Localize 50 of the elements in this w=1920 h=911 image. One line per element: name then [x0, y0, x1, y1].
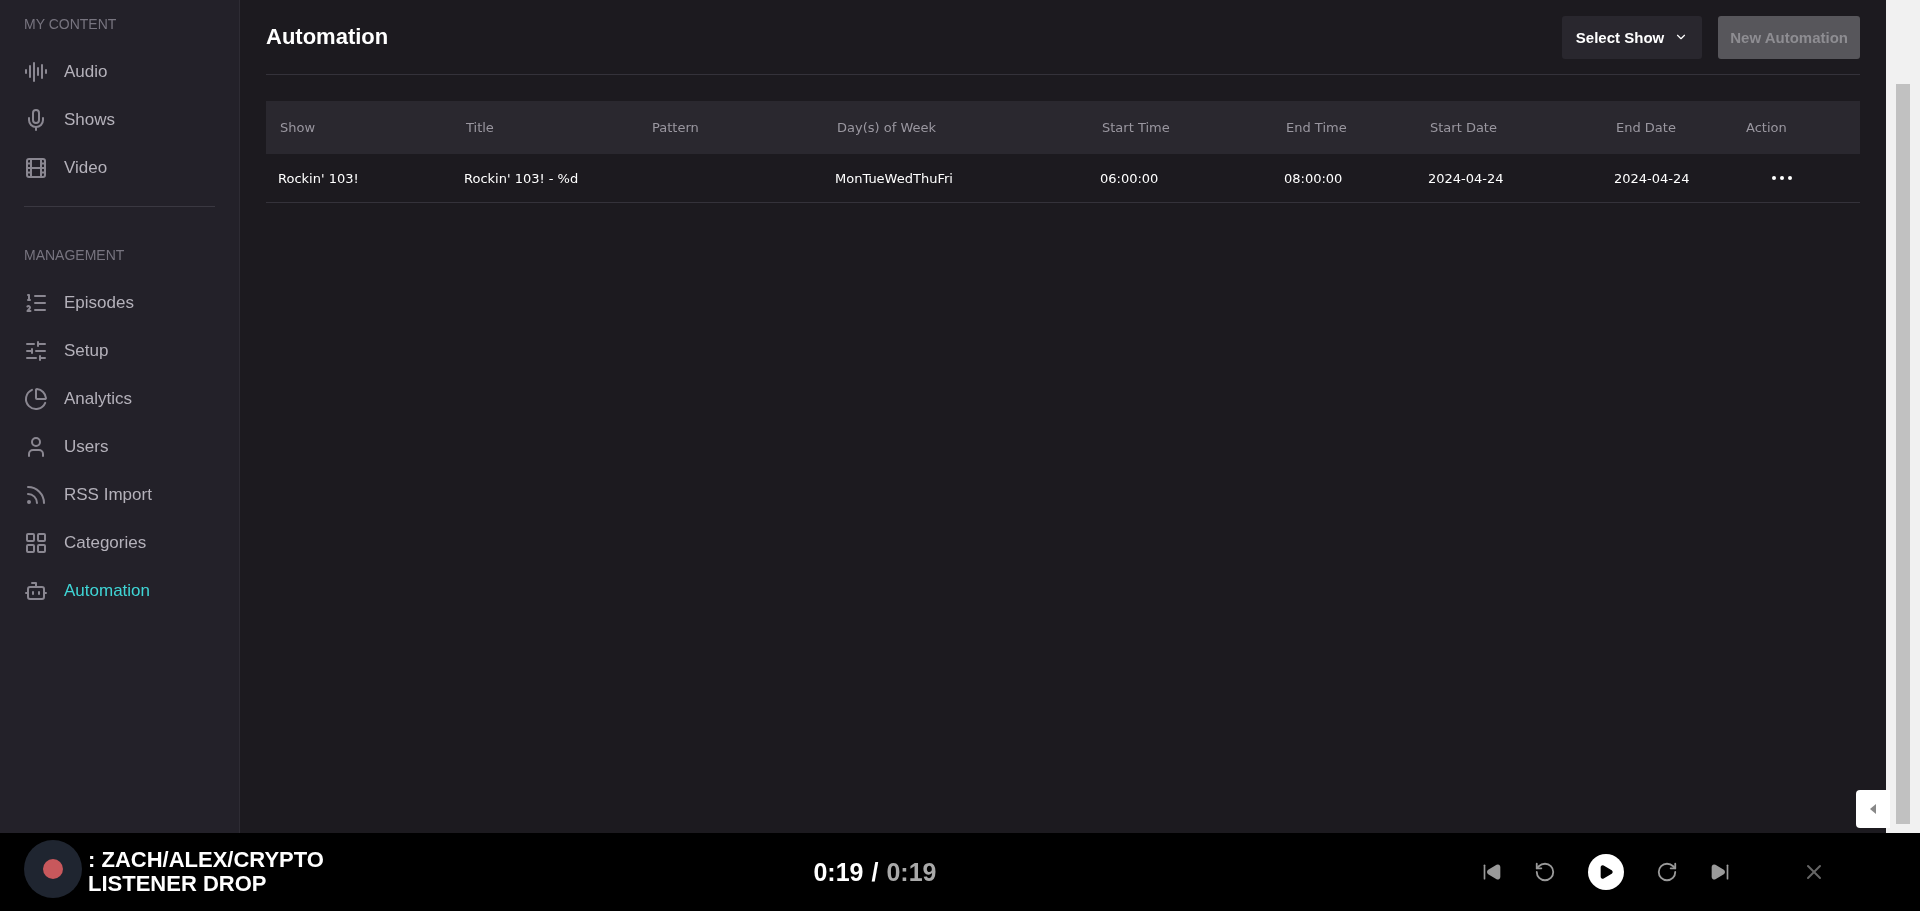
- page-title: Automation: [266, 24, 390, 50]
- rss-icon: [24, 483, 48, 507]
- table-cell-text: 06:00:00: [1099, 170, 1160, 186]
- table-cell-text: MonTueWedThuFri: [834, 170, 954, 186]
- sidebar-item[interactable]: Analytics: [24, 375, 215, 423]
- play-button[interactable]: [1588, 854, 1624, 890]
- sidebar-item[interactable]: Episodes: [24, 279, 215, 327]
- sidebar-item[interactable]: Categories: [24, 519, 215, 567]
- skip-back-button[interactable]: [1482, 862, 1502, 882]
- column-header: Pattern: [651, 120, 700, 135]
- section-heading: MANAGEMENT: [24, 246, 126, 265]
- skip-forward-button[interactable]: [1710, 862, 1730, 882]
- sidebar-item[interactable]: RSS Import: [24, 471, 215, 519]
- robot-icon: [24, 579, 48, 603]
- forward-button[interactable]: [1656, 861, 1678, 883]
- sidebar-item[interactable]: Automation: [24, 567, 215, 615]
- track-title: : ZACH/ALEX/CRYPTO LISTENER DROP: [88, 848, 325, 896]
- rewind-button[interactable]: [1534, 861, 1556, 883]
- column-header: Title: [465, 120, 495, 135]
- sliders-icon: [24, 339, 48, 363]
- table-cell-text: 2024-04-24: [1613, 170, 1691, 186]
- column-header: End Date: [1615, 120, 1677, 135]
- film-icon: [24, 156, 48, 180]
- duration: 0:19: [886, 857, 937, 887]
- grid-icon: [24, 531, 48, 555]
- column-header: Start Time: [1101, 120, 1171, 135]
- waveform-icon: [24, 60, 48, 84]
- sidebar-item[interactable]: Setup: [24, 327, 215, 375]
- column-header: End Time: [1285, 120, 1348, 135]
- column-header: Show: [279, 120, 317, 135]
- table-cell-text: Rockin' 103!: [277, 170, 360, 186]
- sidebar-item[interactable]: Video: [24, 144, 215, 192]
- pie-chart-icon: [24, 387, 48, 411]
- elapsed-time: 0:19: [813, 857, 864, 887]
- sidebar-item[interactable]: Users: [24, 423, 215, 471]
- select-show-dropdown[interactable]: Select Show: [1561, 15, 1703, 59]
- collapse-handle[interactable]: [1856, 790, 1890, 828]
- list-icon: [24, 291, 48, 315]
- column-header: Action: [1745, 120, 1788, 135]
- column-header: Start Date: [1429, 120, 1498, 135]
- table-cell-text: 2024-04-24: [1427, 170, 1505, 186]
- column-header: Day(s) of Week: [836, 120, 937, 135]
- table-cell-text: Rockin' 103! - %d: [463, 170, 580, 186]
- caret-icon: [1869, 804, 1877, 814]
- sidebar-item[interactable]: Shows: [24, 96, 215, 144]
- section-heading: MY CONTENT: [24, 15, 118, 34]
- table-cell-text: 08:00:00: [1283, 170, 1344, 186]
- play-icon: [1598, 864, 1614, 880]
- time-separator: /: [871, 857, 879, 887]
- sidebar-item[interactable]: Audio: [24, 48, 215, 96]
